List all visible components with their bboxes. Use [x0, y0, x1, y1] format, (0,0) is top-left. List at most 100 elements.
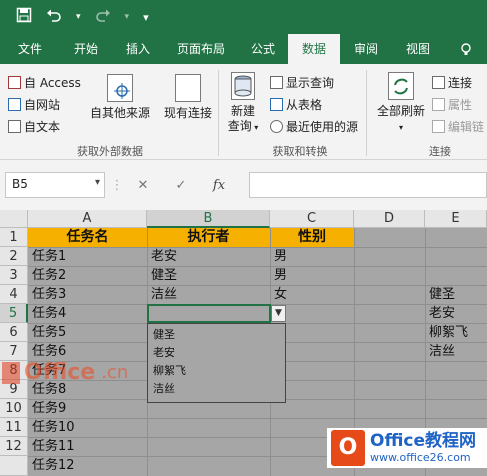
cell-a[interactable]: 任务11: [28, 437, 75, 456]
from-text-button[interactable]: 自文本: [8, 118, 60, 135]
group-label-get-transform: 获取和转换: [272, 145, 328, 158]
edit-links-button[interactable]: 编辑链: [432, 118, 484, 135]
dropdown-option[interactable]: 老安: [148, 344, 285, 362]
tell-me-icon[interactable]: [444, 34, 487, 64]
cell-a[interactable]: 任务10: [28, 418, 75, 437]
column-header-c[interactable]: C: [270, 210, 354, 228]
cell-e[interactable]: 柳絮飞: [425, 323, 468, 342]
formula-bar: B5 ▾ ⋮ ✕ ✓ fx: [0, 160, 487, 210]
redo-dropdown-icon[interactable]: ▾: [125, 12, 130, 22]
quick-access-toolbar: ▾ ▾ ▾: [16, 7, 149, 27]
group-label-get-external: 获取外部数据: [77, 145, 143, 158]
group-label-connections: 连接: [429, 145, 451, 158]
office-logo-icon: [2, 361, 20, 384]
table-icon: [270, 98, 283, 111]
worksheet-grid[interactable]: A B C D E 1 2 3 4 5 6 7 8 9 10 11 12 任务名…: [0, 210, 487, 476]
row-header[interactable]: 5: [0, 304, 28, 323]
redo-icon[interactable]: [95, 7, 111, 27]
text-file-icon: [8, 120, 21, 133]
cell-c[interactable]: 男: [270, 266, 287, 285]
cell-c[interactable]: 女: [270, 285, 287, 304]
dropdown-option[interactable]: 柳絮飞: [148, 362, 285, 380]
cell-a[interactable]: 任务2: [28, 266, 66, 285]
cell-a[interactable]: 任务9: [28, 399, 66, 418]
tab-file[interactable]: 文件: [0, 34, 60, 64]
show-queries-icon: [270, 76, 283, 89]
title-bar: ▾ ▾ ▾: [0, 0, 487, 34]
existing-connections-button[interactable]: 现有连接: [160, 74, 216, 121]
undo-dropdown-icon[interactable]: ▾: [76, 12, 81, 22]
dropdown-arrow-button[interactable]: ▼: [271, 305, 286, 322]
column-header-a[interactable]: A: [28, 210, 147, 228]
cell-e[interactable]: 健圣: [425, 285, 455, 304]
column-header-d[interactable]: D: [354, 210, 425, 228]
row-header[interactable]: 12: [0, 437, 28, 456]
name-box[interactable]: B5 ▾: [5, 172, 105, 198]
properties-button[interactable]: 属性: [432, 96, 472, 113]
from-other-sources-button[interactable]: 自其他来源: [88, 74, 152, 121]
from-table-button[interactable]: 从表格: [270, 96, 322, 113]
tab-data[interactable]: 数据: [288, 34, 340, 64]
active-cell-b5[interactable]: [147, 304, 271, 323]
tab-review[interactable]: 审阅: [340, 34, 392, 64]
row-header[interactable]: 6: [0, 323, 28, 342]
save-icon[interactable]: [16, 7, 32, 27]
dropdown-option[interactable]: 洁丝: [148, 380, 285, 398]
tab-home[interactable]: 开始: [60, 34, 112, 64]
cell-a[interactable]: 任务1: [28, 247, 66, 266]
new-query-dropdown-icon: ▾: [251, 123, 259, 132]
row-header[interactable]: 2: [0, 247, 28, 266]
cell-e[interactable]: 老安: [425, 304, 455, 323]
tab-page-layout[interactable]: 页面布局: [164, 34, 238, 64]
cell-b1[interactable]: 执行者: [147, 228, 270, 247]
existing-connections-icon: [175, 74, 201, 102]
cell-a[interactable]: 任务12: [28, 456, 75, 475]
refresh-all-button[interactable]: 全部刷新 ▾: [372, 72, 430, 135]
row-header[interactable]: 7: [0, 342, 28, 361]
tab-view[interactable]: 视图: [392, 34, 444, 64]
select-all-corner[interactable]: [0, 210, 28, 228]
recent-sources-button[interactable]: 最近使用的源: [270, 118, 358, 135]
cell-e[interactable]: 洁丝: [425, 342, 455, 361]
name-box-dropdown-icon[interactable]: ▾: [95, 177, 100, 188]
connections-button[interactable]: 连接: [432, 74, 472, 91]
cell-a[interactable]: 任务4: [28, 304, 66, 323]
row-header[interactable]: 1: [0, 228, 28, 247]
from-access-button[interactable]: 自 Access: [8, 74, 81, 91]
chevron-down-icon[interactable]: ▾: [143, 11, 149, 24]
cell-b[interactable]: 老安: [147, 247, 177, 266]
cell-a1[interactable]: 任务名: [28, 228, 147, 247]
cell-b[interactable]: 健圣: [147, 266, 177, 285]
row-header[interactable]: 4: [0, 285, 28, 304]
tab-formulas[interactable]: 公式: [238, 34, 288, 64]
formula-input[interactable]: [249, 172, 487, 198]
cell-a[interactable]: 任务3: [28, 285, 66, 304]
row-header[interactable]: 10: [0, 399, 28, 418]
from-web-button[interactable]: 自网站: [8, 96, 60, 113]
refresh-icon: [388, 72, 414, 100]
office-logo-icon: O: [331, 430, 365, 466]
row-header[interactable]: [0, 456, 28, 476]
group-separator: [366, 70, 367, 156]
dropdown-option[interactable]: 健圣: [148, 326, 285, 344]
column-header-b[interactable]: B: [147, 210, 270, 228]
cell-c1[interactable]: 性别: [270, 228, 354, 247]
show-queries-button[interactable]: 显示查询: [270, 74, 334, 91]
cell-b[interactable]: 洁丝: [147, 285, 177, 304]
insert-function-button[interactable]: fx: [200, 178, 238, 193]
ribbon-panel: 自 Access 自网站 自文本 自其他来源 现有连接 获取外部数据 新建 查询…: [0, 64, 487, 160]
row-header[interactable]: 11: [0, 418, 28, 437]
connections-icon: [432, 76, 445, 89]
row-header[interactable]: 3: [0, 266, 28, 285]
cancel-button[interactable]: ✕: [124, 178, 162, 193]
cell-c[interactable]: 男: [270, 247, 287, 266]
cell-a[interactable]: 任务6: [28, 342, 66, 361]
enter-button[interactable]: ✓: [162, 178, 200, 193]
column-header-e[interactable]: E: [425, 210, 487, 228]
undo-icon[interactable]: [46, 7, 62, 27]
cell-a[interactable]: 任务5: [28, 323, 66, 342]
edit-links-icon: [432, 120, 445, 133]
group-separator: [218, 70, 219, 156]
new-query-button[interactable]: 新建 查询 ▾: [222, 72, 264, 135]
tab-insert[interactable]: 插入: [112, 34, 164, 64]
